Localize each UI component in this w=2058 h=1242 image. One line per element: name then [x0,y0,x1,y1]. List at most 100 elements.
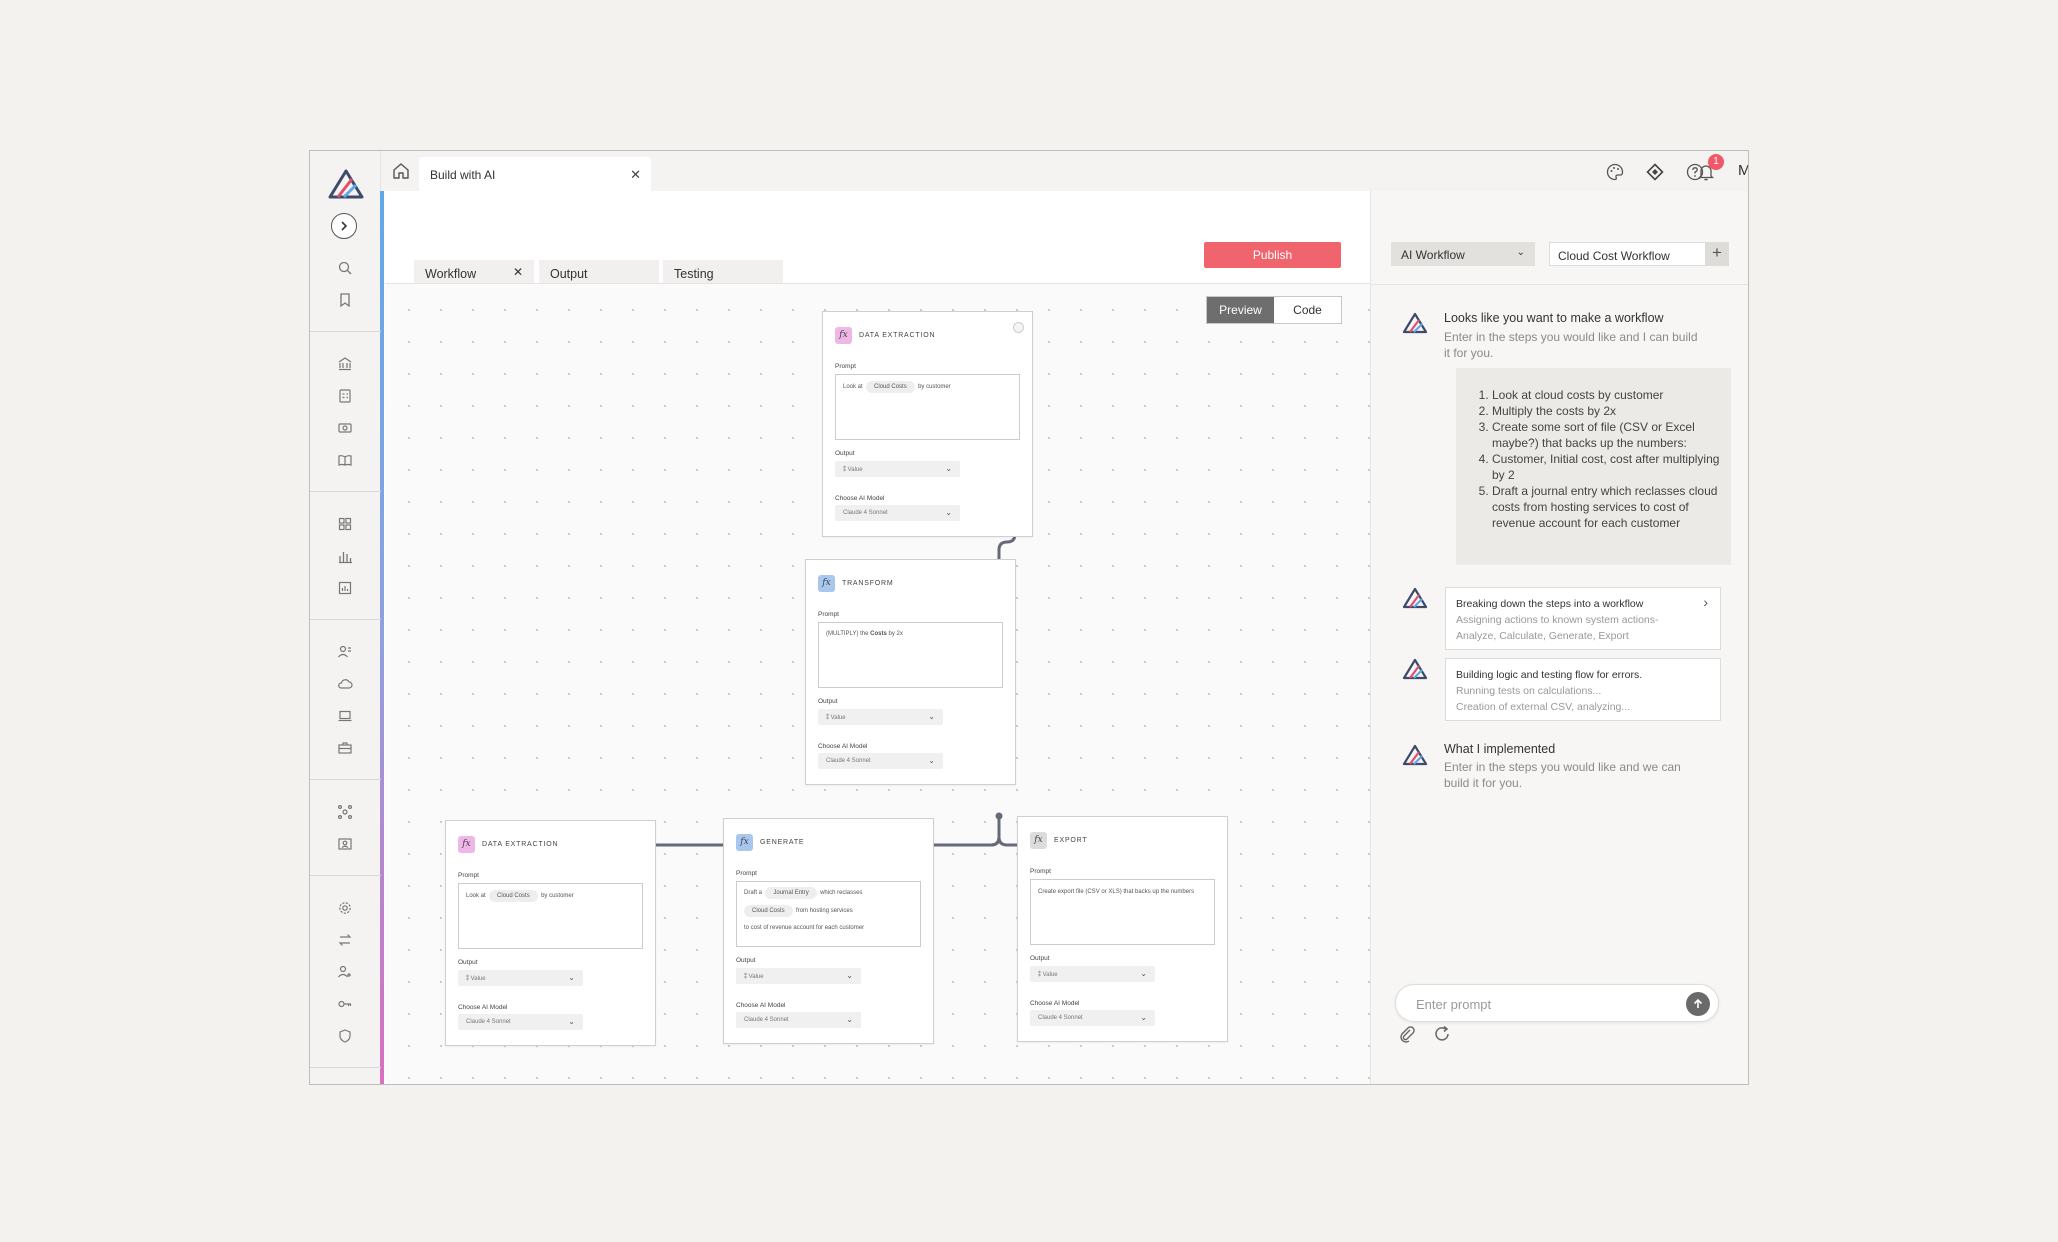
mode-select-value: AI Workflow [1401,248,1465,262]
model-label: Choose AI Model [736,1002,786,1009]
network-icon[interactable] [334,801,356,823]
model-select[interactable]: Claude 4 Sonnet ⌄ [835,505,960,521]
prompt-input[interactable]: Look at Cloud Costs by customer [835,374,1020,440]
node-select-radio[interactable] [1013,322,1024,333]
chevron-down-icon: ⌄ [846,1015,853,1024]
add-button[interactable]: + [1705,242,1729,266]
workflow-name-input[interactable]: Cloud Cost Workflow [1549,242,1729,266]
output-select[interactable]: ⁑ Value ⌄ [835,461,960,477]
workflow-editor: Workflow ✕ Output Testing Publish Previe… [385,191,1370,1084]
publish-button[interactable]: Publish [1204,242,1341,268]
app-window: Build with AI ✕ 1 Marley Workflow ✕ Outp… [309,150,1749,1085]
model-label: Choose AI Model [458,1004,508,1011]
code-button[interactable]: Code [1274,297,1341,323]
laptop-icon[interactable] [334,705,356,727]
user-settings-icon[interactable] [334,961,356,983]
node-title: GENERATE [760,838,805,846]
calculator-icon[interactable] [334,385,356,407]
prompt-input[interactable]: (MULTIPLY) the Costs by 2x [818,622,1003,688]
briefcase-icon[interactable] [334,737,356,759]
ai-avatar-icon [1402,658,1428,680]
sidebar-expand-button[interactable] [331,213,357,239]
node-transform[interactable]: fx TRANSFORM Prompt (MULTIPLY) the Costs … [805,559,1016,785]
bank-icon[interactable] [334,353,356,375]
chevron-down-icon: ⌄ [1516,247,1525,258]
chevron-right-icon[interactable]: › [1703,594,1708,610]
status-card-breakdown[interactable]: Breaking down the steps into a workflow … [1445,587,1721,650]
transfer-icon[interactable] [334,929,356,951]
tab-output[interactable]: Output [539,260,659,283]
key-icon[interactable] [334,993,356,1015]
search-icon[interactable] [334,257,356,279]
output-value: Value [470,976,486,982]
cloud-icon[interactable] [334,673,356,695]
close-icon[interactable]: ✕ [630,167,641,183]
model-select[interactable]: Claude 4 Sonnet ⌄ [818,753,943,769]
step-item: Multiply the costs by 2x [1492,403,1722,419]
tab-testing[interactable]: Testing [663,260,783,283]
model-label: Choose AI Model [818,743,868,750]
prompt-input[interactable]: Draft a Journal Entry which reclasses Cl… [736,881,921,947]
bookmark-icon[interactable] [334,289,356,311]
variable-icon: ⁑ [1038,972,1041,978]
variable-chip[interactable]: Cloud Costs [744,905,793,917]
output-value: Value [847,467,863,473]
output-select[interactable]: ⁑ Value ⌄ [1030,966,1155,982]
home-icon[interactable] [391,161,411,181]
prompt-placeholder: Enter prompt [1416,997,1492,1012]
function-icon: fx [835,326,852,344]
output-select[interactable]: ⁑ Value ⌄ [818,709,943,725]
dashboard-icon[interactable] [334,513,356,535]
money-icon[interactable] [334,417,356,439]
close-icon[interactable]: ✕ [513,265,523,279]
shield-icon[interactable] [334,1025,356,1047]
chevron-down-icon: ⌄ [928,756,935,765]
output-select[interactable]: ⁑ Value ⌄ [736,968,861,984]
palette-icon[interactable] [1604,161,1626,183]
gear-icon[interactable] [334,897,356,919]
prompt-label: Prompt [736,870,757,877]
mode-select[interactable]: AI Workflow ⌄ [1391,242,1535,266]
report-icon[interactable] [334,577,356,599]
preview-button[interactable]: Preview [1207,297,1274,323]
node-data-extraction-bottom[interactable]: fx DATA EXTRACTION Prompt Look at Cloud C… [445,820,656,1046]
node-data-extraction-top[interactable]: fx DATA EXTRACTION Prompt Look at Cloud C… [822,311,1033,537]
status-line: Assigning actions to known system action… [1456,614,1659,626]
model-value: Claude 4 Sonnet [466,1019,511,1025]
prompt-text: Draft a [744,890,763,896]
tab-workflow[interactable]: Workflow ✕ [414,260,534,283]
output-select[interactable]: ⁑ Value ⌄ [458,970,583,986]
notification-badge: 1 [1708,154,1724,170]
contact-card-icon[interactable] [334,833,356,855]
bar-chart-icon[interactable] [334,545,356,567]
prompt-text: Create export file (CSV or XLS) that bac… [1038,889,1195,895]
attachment-icon[interactable] [1397,1024,1417,1044]
output-label: Output [818,698,838,705]
workflow-canvas[interactable]: Preview Code fx DATA EXTRACTION Prompt Lo… [385,284,1370,1084]
variable-chip[interactable]: Cloud Costs [489,890,538,902]
model-select[interactable]: Claude 4 Sonnet ⌄ [1030,1010,1155,1026]
variable-chip[interactable]: Journal Entry [765,887,817,899]
user-name[interactable]: Marley [1738,162,1748,179]
user-group-icon[interactable] [334,641,356,663]
node-generate[interactable]: fx GENERATE Prompt Draft a Journal Entry … [723,818,934,1044]
model-select[interactable]: Claude 4 Sonnet ⌄ [458,1014,583,1030]
prompt-input-field[interactable]: Enter prompt [1395,984,1719,1022]
prompt-text: by 2x [888,631,903,637]
step-item: Look at cloud costs by customer [1492,387,1722,403]
prompt-label: Prompt [818,611,839,618]
book-icon[interactable] [334,449,356,471]
prompt-input[interactable]: Look at Cloud Costs by customer [458,883,643,949]
send-button[interactable] [1686,992,1710,1016]
message-subtitle: Enter in the steps you would like and I … [1444,330,1698,360]
prompt-input[interactable]: Create export file (CSV or XLS) that bac… [1030,879,1215,945]
refresh-icon[interactable] [1432,1024,1452,1044]
node-export[interactable]: fx EXPORT Prompt Create export file (CSV … [1017,816,1228,1042]
status-card-testing[interactable]: Building logic and testing flow for erro… [1445,658,1721,721]
workflow-name-value: Cloud Cost Workflow [1558,249,1670,263]
page-tab[interactable]: Build with AI ✕ [419,157,651,191]
model-select[interactable]: Claude 4 Sonnet ⌄ [736,1012,861,1028]
chevron-down-icon: ⌄ [945,508,952,517]
diamond-icon[interactable] [1644,161,1666,183]
variable-chip[interactable]: Cloud Costs [866,381,915,393]
